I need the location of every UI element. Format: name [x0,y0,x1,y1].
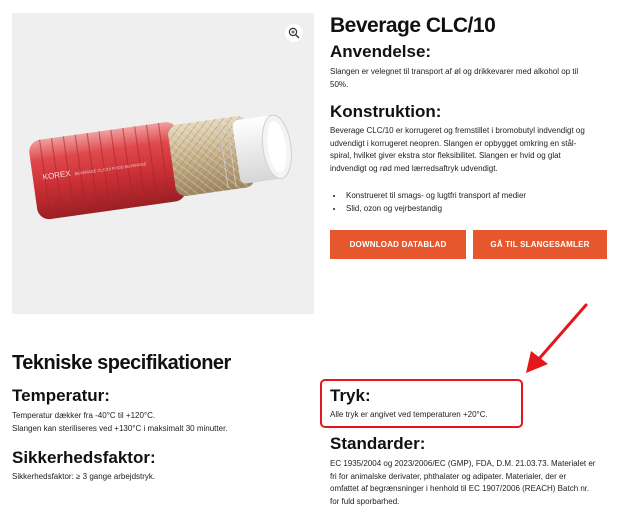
feature-list: Konstrueret til smags- og lugtfri transp… [330,189,526,215]
anvendelse-line: Slangen er velegnet til transport af øl … [330,67,579,76]
temperatur-text: Temperatur dækker fra -40°C til +120°C. … [12,410,228,435]
zoom-icon[interactable] [285,24,303,42]
temperatur-heading: Temperatur: [12,386,110,405]
temperatur-line: Slangen kan steriliseres ved +130°C i ma… [12,423,228,433]
anvendelse-text: Slangen er velegnet til transport af øl … [330,66,578,91]
sikkerhed-text: Sikkerhedsfaktor: ≥ 3 gange arbejdstryk. [12,472,156,481]
feature-item: Slid, ozon og vejrbestandig [344,202,526,215]
standarder-line: for fuld sporbarhed. [330,496,400,506]
standarder-line: fri for animalske derivater, phthalater … [330,471,567,481]
anvendelse-line: 50%. [330,79,349,89]
konstruktion-heading: Konstruktion: [330,102,442,121]
konstruktion-line: udvendigt i korrugeret neopren. Slangen … [330,138,577,148]
anvendelse-heading: Anvendelse: [330,42,432,61]
slangesamler-button[interactable]: GÅ TIL SLANGESAMLER [473,230,607,259]
download-datablad-button[interactable]: DOWNLOAD DATABLAD [330,230,466,259]
konstruktion-line: Beverage CLC/10 er korrugeret og fremsti… [330,126,585,135]
feature-item: Konstrueret til smags- og lugtfri transp… [344,189,526,202]
product-image[interactable]: KOREX BEVERAGE CLC/10 FOOD BEVERAGE [12,13,314,314]
standarder-text: EC 1935/2004 og 2023/2006/EC (GMP), FDA,… [330,458,595,508]
standarder-line: EC 1935/2004 og 2023/2006/EC (GMP), FDA,… [330,459,596,468]
standarder-line: omfattet af begrænsninger i henhold til … [330,484,590,493]
konstruktion-text: Beverage CLC/10 er korrugeret og fremsti… [330,125,585,175]
hose-illustration: KOREX BEVERAGE CLC/10 FOOD BEVERAGE [29,114,292,220]
specs-title: Tekniske specifikationer [12,352,231,374]
temperatur-line: Temperatur dækker fra -40°C til +120°C. [12,411,156,420]
tryk-highlight-box [320,379,523,428]
konstruktion-line: indvendigt og rød med lærredsaftryk udve… [330,163,498,173]
product-title: Beverage CLC/10 [330,14,496,37]
konstruktion-line: spiral, hvilket giver ekstra stor fleksi… [330,151,561,160]
standarder-heading: Standarder: [330,434,426,453]
sikkerhed-heading: Sikkerhedsfaktor: [12,448,156,467]
